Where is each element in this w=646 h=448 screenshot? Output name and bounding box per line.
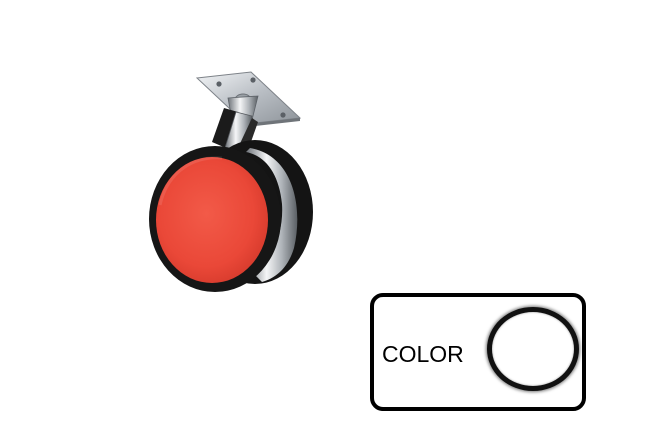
color-label: COLOR bbox=[382, 341, 464, 367]
color-option-box[interactable]: COLOR bbox=[370, 293, 586, 411]
wheel-front bbox=[149, 146, 281, 292]
color-swatch-ring-icon[interactable] bbox=[487, 307, 579, 391]
